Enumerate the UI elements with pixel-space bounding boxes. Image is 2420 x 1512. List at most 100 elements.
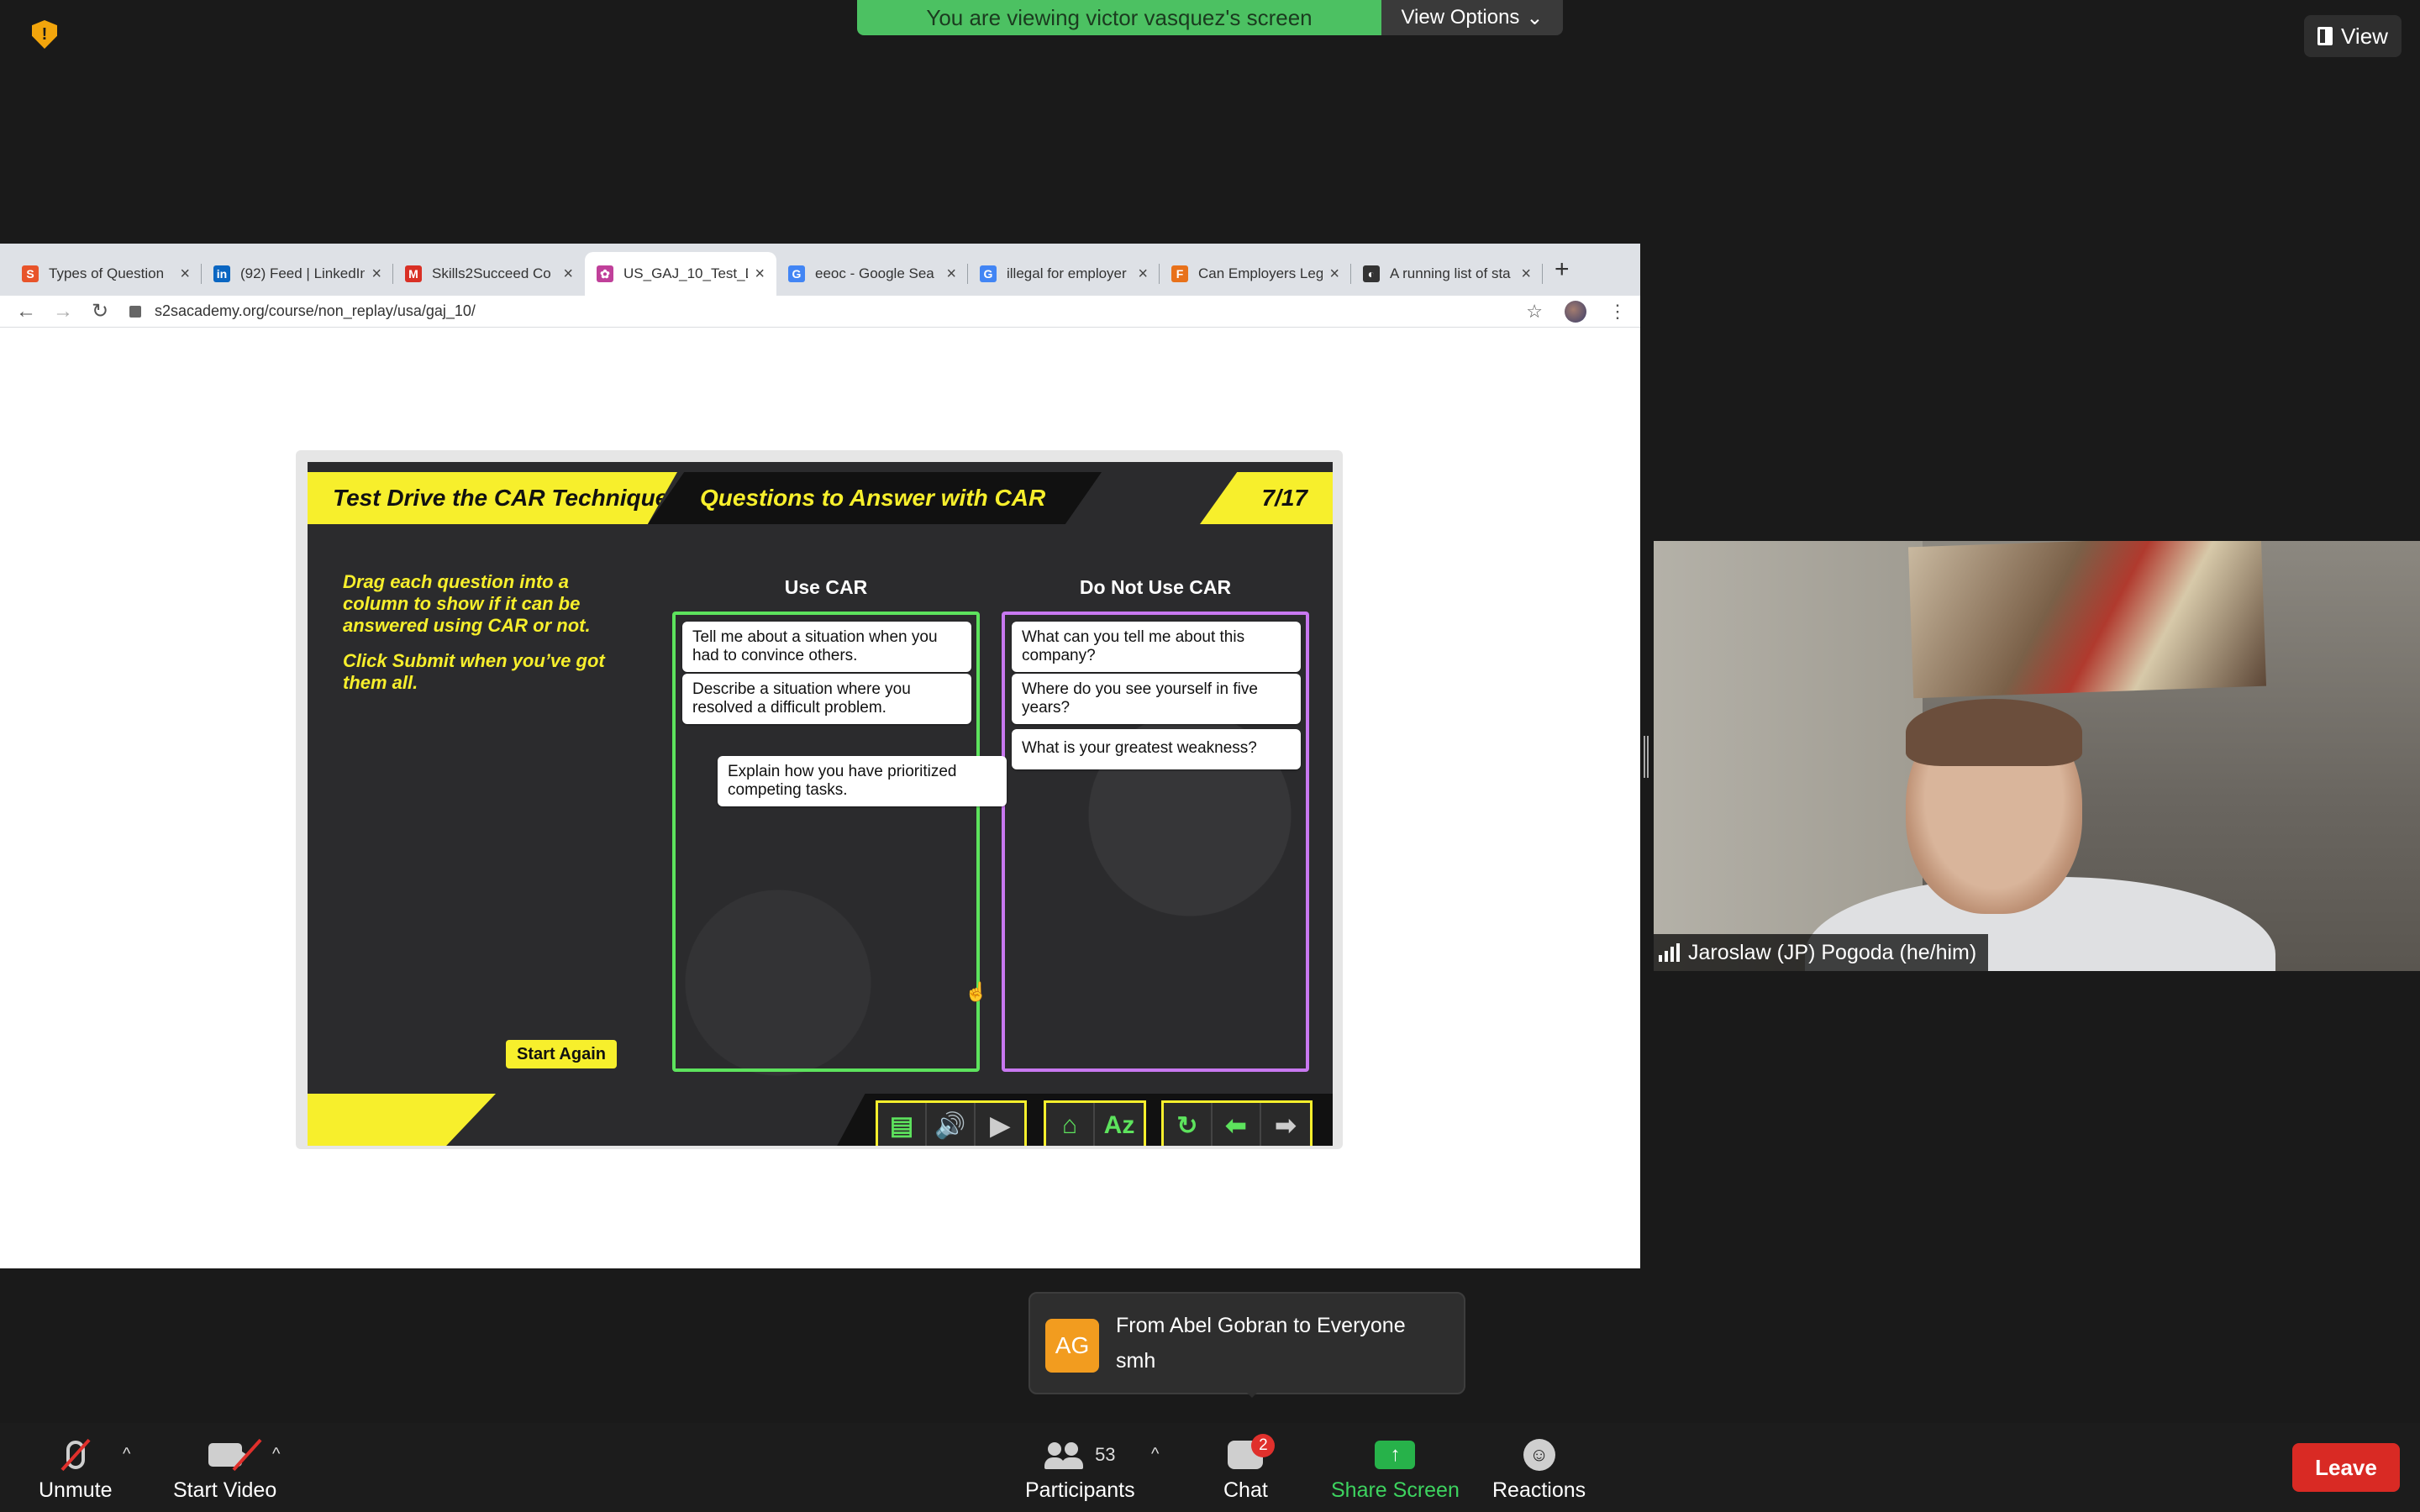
tab-close-icon[interactable]: × <box>1138 265 1148 284</box>
browser-menu-icon[interactable]: ⋮ <box>1608 301 1627 323</box>
view-button[interactable]: View <box>2304 15 2402 57</box>
slide-title: Questions to Answer with CAR <box>648 472 1102 524</box>
wall-painting <box>1907 541 2267 699</box>
slide-controls: ↻ ⬅ ➡ <box>1161 1100 1313 1146</box>
reload-icon[interactable]: ↻ <box>89 299 111 323</box>
participant-name-label: Jaroslaw (JP) Pogoda (he/him) <box>1654 934 1989 971</box>
home-icon[interactable]: ⌂ <box>1046 1103 1095 1146</box>
chat-message: smh <box>1116 1349 1156 1373</box>
instructions-drag: Drag each question into a column to show… <box>343 571 591 636</box>
browser-tab[interactable]: S Types of Question × <box>10 252 202 296</box>
participants-button[interactable]: 53 Participants <box>1025 1431 1135 1503</box>
question-card[interactable]: What can you tell me about this company? <box>1012 622 1301 672</box>
view-button-label: View <box>2341 23 2388 49</box>
tab-favicon-icon: ✿ <box>597 265 613 282</box>
next-arrow-icon[interactable]: ➡ <box>1261 1103 1310 1146</box>
chat-button[interactable]: 2 Chat <box>1223 1431 1276 1503</box>
play-icon[interactable]: ▶ <box>976 1103 1024 1146</box>
avatar: AG <box>1045 1319 1099 1373</box>
tab-favicon-icon: in <box>213 265 230 282</box>
tab-favicon-icon: G <box>788 265 805 282</box>
tab-label: US_GAJ_10_Test_D <box>623 265 749 281</box>
replay-icon[interactable]: ↻ <box>1164 1103 1213 1146</box>
view-layout-icon <box>2317 27 2333 45</box>
participants-icon <box>1044 1441 1086 1469</box>
start-again-button[interactable]: Start Again <box>506 1040 617 1068</box>
chat-notification[interactable]: AG From Abel Gobran to Everyone smh <box>1028 1292 1465 1398</box>
tab-separator <box>1542 264 1543 284</box>
back-icon[interactable]: ← <box>15 300 37 323</box>
new-tab-button[interactable]: + <box>1555 255 1570 284</box>
browser-tab-bar: S Types of Question × in (92) Feed | LinkedI… <box>0 244 1640 296</box>
tab-close-icon[interactable]: × <box>1329 265 1339 284</box>
tab-favicon-icon: G <box>980 265 997 282</box>
browser-tab[interactable]: M Skills2Succeed Co × <box>393 252 585 296</box>
back-arrow-icon[interactable]: ⬅ <box>1213 1103 1261 1146</box>
url-field[interactable]: s2sacademy.org/course/non_replay/usa/gaj… <box>155 302 476 320</box>
audio-icon[interactable]: 🔊 <box>927 1103 976 1146</box>
reactions-icon: ☺ <box>1523 1439 1555 1471</box>
column-title-do-not-use-car: Do Not Use CAR <box>1079 576 1232 598</box>
view-options-label: View Options <box>1401 6 1520 29</box>
browser-tab[interactable]: F Can Employers Leg × <box>1160 252 1351 296</box>
start-video-button[interactable]: Start Video <box>173 1431 276 1503</box>
start-video-label: Start Video <box>173 1478 277 1502</box>
chat-icon: 2 <box>1228 1434 1276 1469</box>
tab-favicon-icon: S <box>22 265 39 282</box>
question-card[interactable]: Where do you see yourself in five years? <box>1012 674 1301 724</box>
audio-options-caret-icon[interactable]: ^ <box>123 1445 130 1464</box>
share-screen-label: Share Screen <box>1331 1478 1460 1502</box>
question-card[interactable]: Describe a situation where you resolved … <box>682 674 971 724</box>
tab-label: illegal for employer <box>1007 265 1127 281</box>
profile-avatar[interactable] <box>1565 301 1586 323</box>
participants-label: Participants <box>1025 1478 1135 1502</box>
chat-label: Chat <box>1223 1478 1268 1502</box>
browser-tab[interactable]: in (92) Feed | LinkedIn × <box>202 252 393 296</box>
browser-tab[interactable]: Geeoc - Google Sea × <box>776 252 968 296</box>
tab-label: Skills2Succeed Co <box>432 265 551 281</box>
transcript-icon[interactable]: ▤ <box>878 1103 927 1146</box>
forward-icon[interactable]: → <box>52 300 74 323</box>
participant-name: Jaroslaw (JP) Pogoda (he/him) <box>1688 940 1977 964</box>
lock-icon <box>129 305 141 318</box>
person-hair <box>1906 699 2082 766</box>
tab-close-icon[interactable]: × <box>180 265 190 284</box>
question-card[interactable]: What is your greatest weakness? <box>1012 729 1301 769</box>
security-shield-icon[interactable]: ! <box>32 20 57 49</box>
reactions-label: Reactions <box>1492 1478 1586 1502</box>
glossary-icon[interactable]: Az <box>1095 1103 1144 1146</box>
tab-close-icon[interactable]: × <box>755 265 765 284</box>
participants-caret-icon[interactable]: ^ <box>1151 1445 1159 1464</box>
resize-handle[interactable] <box>1644 736 1649 778</box>
unmute-label: Unmute <box>39 1478 113 1502</box>
browser-tab[interactable]: ◐ A running list of sta × <box>1351 252 1543 296</box>
bookmark-star-icon[interactable]: ☆ <box>1526 301 1543 323</box>
tab-favicon-icon: F <box>1171 265 1188 282</box>
view-options-button[interactable]: View Options ⌄ <box>1381 0 1563 35</box>
browser-tab[interactable]: Gillegal for employer × <box>968 252 1160 296</box>
tab-label: Can Employers Leg <box>1198 265 1323 281</box>
tab-favicon-icon: M <box>405 265 422 282</box>
meeting-toolbar: Unmute ^ Start Video ^ 53 Participants ^… <box>0 1423 2420 1512</box>
tab-label: Types of Question <box>49 265 165 281</box>
chat-sender: From Abel Gobran to Everyone <box>1116 1314 1406 1337</box>
chat-unread-badge: 2 <box>1251 1434 1276 1457</box>
leave-button[interactable]: Leave <box>2292 1443 2400 1492</box>
course-player: Test Drive the CAR Technique Questions t… <box>308 462 1333 1146</box>
tab-close-icon[interactable]: × <box>1521 265 1531 284</box>
question-card[interactable]: Tell me about a situation when you had t… <box>682 622 971 672</box>
video-options-caret-icon[interactable]: ^ <box>272 1445 280 1464</box>
participant-video[interactable]: Jaroslaw (JP) Pogoda (he/him) <box>1654 541 2420 971</box>
signal-bars-icon <box>1659 943 1680 962</box>
instructions-submit: Click Submit when you’ve got them all. <box>343 650 605 693</box>
address-bar: ← → ↻ s2sacademy.org/course/non_replay/u… <box>0 296 1640 328</box>
tab-close-icon[interactable]: × <box>946 265 956 284</box>
unmute-button[interactable]: Unmute <box>39 1431 113 1503</box>
browser-tab[interactable]: ✿ US_GAJ_10_Test_D × <box>585 252 776 296</box>
reactions-button[interactable]: ☺ Reactions <box>1492 1431 1586 1503</box>
share-screen-button[interactable]: ↑ Share Screen <box>1331 1431 1460 1503</box>
tab-close-icon[interactable]: × <box>563 265 573 284</box>
dragging-question-card[interactable]: Explain how you have prioritized competi… <box>718 756 1007 806</box>
column-title-use-car: Use CAR <box>784 576 868 598</box>
tab-close-icon[interactable]: × <box>371 265 381 284</box>
